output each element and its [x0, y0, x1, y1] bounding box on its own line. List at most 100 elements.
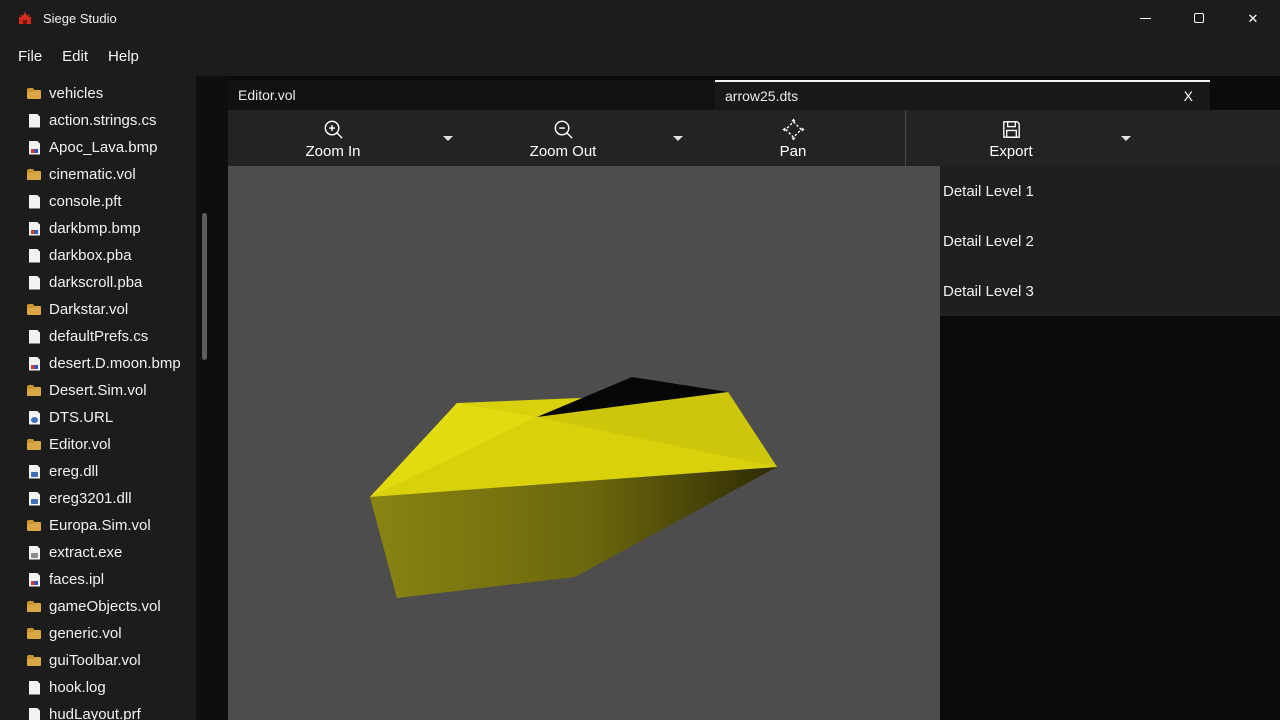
file-item-label: cinematic.vol	[49, 166, 136, 183]
menu-edit[interactable]: Edit	[52, 44, 98, 69]
editor-content: Detail Level 1 Detail Level 2 Detail Lev…	[228, 166, 1280, 720]
model-viewport[interactable]	[228, 166, 940, 720]
folder-icon	[26, 437, 42, 453]
close-button[interactable]: ✕	[1230, 0, 1276, 36]
chevron-down-icon	[1121, 136, 1131, 141]
file-item-label: generic.vol	[49, 625, 122, 642]
file-item-label: faces.ipl	[49, 571, 104, 588]
zoom-out-group: Zoom Out	[458, 110, 688, 166]
minimize-icon	[1140, 18, 1151, 19]
menu-item-detail-level-1[interactable]: Detail Level 1	[940, 166, 1280, 216]
menu-file[interactable]: File	[8, 44, 52, 69]
file-item-label: action.strings.cs	[49, 112, 157, 129]
file-icon	[26, 329, 42, 345]
file-item-Europa.Sim.vol[interactable]: Europa.Sim.vol	[0, 512, 196, 539]
file-item-darkbox.pba[interactable]: darkbox.pba	[0, 242, 196, 269]
file-item-label: console.pft	[49, 193, 122, 210]
file-item-hook.log[interactable]: hook.log	[0, 674, 196, 701]
tab-close-button[interactable]: X	[1177, 86, 1200, 106]
file-item-label: extract.exe	[49, 544, 122, 561]
file-item-guiToolbar.vol[interactable]: guiToolbar.vol	[0, 647, 196, 674]
scrollbar-thumb[interactable]	[202, 213, 207, 360]
maximize-icon	[1194, 13, 1204, 23]
folder-icon	[26, 599, 42, 615]
zoom-out-button[interactable]: Zoom Out	[458, 110, 668, 166]
app-icon	[16, 9, 34, 27]
minimize-button[interactable]	[1122, 0, 1168, 36]
zoom-in-button[interactable]: Zoom In	[228, 110, 438, 166]
zoom-out-dropdown[interactable]	[668, 110, 688, 166]
maximize-button[interactable]	[1176, 0, 1222, 36]
export-button[interactable]: Export	[906, 110, 1116, 166]
file-item-extract.exe[interactable]: extract.exe	[0, 539, 196, 566]
pan-label: Pan	[780, 143, 807, 160]
folder-icon	[26, 86, 42, 102]
file-item-action.strings.cs[interactable]: action.strings.cs	[0, 107, 196, 134]
file-icon	[26, 707, 42, 720]
file-item-console.pft[interactable]: console.pft	[0, 188, 196, 215]
menu-help[interactable]: Help	[98, 44, 149, 69]
app-body: vehicles action.strings.cs Apoc_Lava.bmp…	[0, 76, 1280, 720]
image-icon	[26, 356, 42, 372]
file-item-label: hudLayout.prf	[49, 706, 141, 720]
file-item-Editor.vol[interactable]: Editor.vol	[0, 431, 196, 458]
pan-button[interactable]: Pan	[688, 110, 898, 166]
right-panel: Detail Level 1 Detail Level 2 Detail Lev…	[940, 166, 1280, 720]
file-item-DTS.URL[interactable]: DTS.URL	[0, 404, 196, 431]
menu-item-detail-level-2[interactable]: Detail Level 2	[940, 216, 1280, 266]
siege-logo-icon	[16, 9, 34, 27]
file-item-vehicles[interactable]: vehicles	[0, 80, 196, 107]
file-item-label: darkbmp.bmp	[49, 220, 141, 237]
file-item-gameObjects.vol[interactable]: gameObjects.vol	[0, 593, 196, 620]
zoom-in-dropdown[interactable]	[438, 110, 458, 166]
file-item-darkscroll.pba[interactable]: darkscroll.pba	[0, 269, 196, 296]
main-area: Editor.vol arrow25.dts X Zoom In	[228, 76, 1280, 720]
file-item-cinematic.vol[interactable]: cinematic.vol	[0, 161, 196, 188]
zoom-in-group: Zoom In	[228, 110, 458, 166]
arrow25-model	[228, 166, 940, 720]
folder-icon	[26, 302, 42, 318]
save-export-icon	[999, 117, 1024, 142]
window-controls: ✕	[1122, 0, 1276, 36]
file-item-hudLayout.prf[interactable]: hudLayout.prf	[0, 701, 196, 720]
folder-icon	[26, 518, 42, 534]
folder-icon	[26, 653, 42, 669]
file-item-label: ereg.dll	[49, 463, 98, 480]
titlebar: Siege Studio ✕	[0, 0, 1280, 36]
file-item-label: Apoc_Lava.bmp	[49, 139, 157, 156]
file-item-label: defaultPrefs.cs	[49, 328, 148, 345]
file-item-desert.D.moon.bmp[interactable]: desert.D.moon.bmp	[0, 350, 196, 377]
file-item-ereg.dll[interactable]: ereg.dll	[0, 458, 196, 485]
file-item-label: Europa.Sim.vol	[49, 517, 151, 534]
folder-icon	[26, 626, 42, 642]
export-dropdown[interactable]	[1116, 110, 1136, 166]
file-item-defaultPrefs.cs[interactable]: defaultPrefs.cs	[0, 323, 196, 350]
pan-icon	[781, 117, 806, 142]
file-item-label: darkscroll.pba	[49, 274, 142, 291]
file-icon	[26, 680, 42, 696]
file-item-label: ereg3201.dll	[49, 490, 132, 507]
tab-arrow25-dts[interactable]: arrow25.dts X	[715, 80, 1210, 110]
file-item-ereg3201.dll[interactable]: ereg3201.dll	[0, 485, 196, 512]
file-item-generic.vol[interactable]: generic.vol	[0, 620, 196, 647]
export-group: Export	[906, 110, 1136, 166]
sidebar-scrollbar[interactable]	[196, 76, 228, 720]
chevron-down-icon	[443, 136, 453, 141]
file-item-faces.ipl[interactable]: faces.ipl	[0, 566, 196, 593]
export-label: Export	[989, 143, 1032, 160]
zoom-out-icon	[551, 117, 576, 142]
file-item-label: Editor.vol	[49, 436, 111, 453]
tab-label: Editor.vol	[238, 87, 296, 103]
chevron-down-icon	[673, 136, 683, 141]
file-item-Desert.Sim.vol[interactable]: Desert.Sim.vol	[0, 377, 196, 404]
file-icon	[26, 194, 42, 210]
menu-item-detail-level-3[interactable]: Detail Level 3	[940, 266, 1280, 316]
file-item-darkbmp.bmp[interactable]: darkbmp.bmp	[0, 215, 196, 242]
file-item-label: darkbox.pba	[49, 247, 132, 264]
exe-icon	[26, 545, 42, 561]
tab-editor-vol[interactable]: Editor.vol	[228, 80, 715, 110]
file-item-Apoc_Lava.bmp[interactable]: Apoc_Lava.bmp	[0, 134, 196, 161]
image-icon	[26, 140, 42, 156]
url-icon	[26, 410, 42, 426]
file-item-Darkstar.vol[interactable]: Darkstar.vol	[0, 296, 196, 323]
